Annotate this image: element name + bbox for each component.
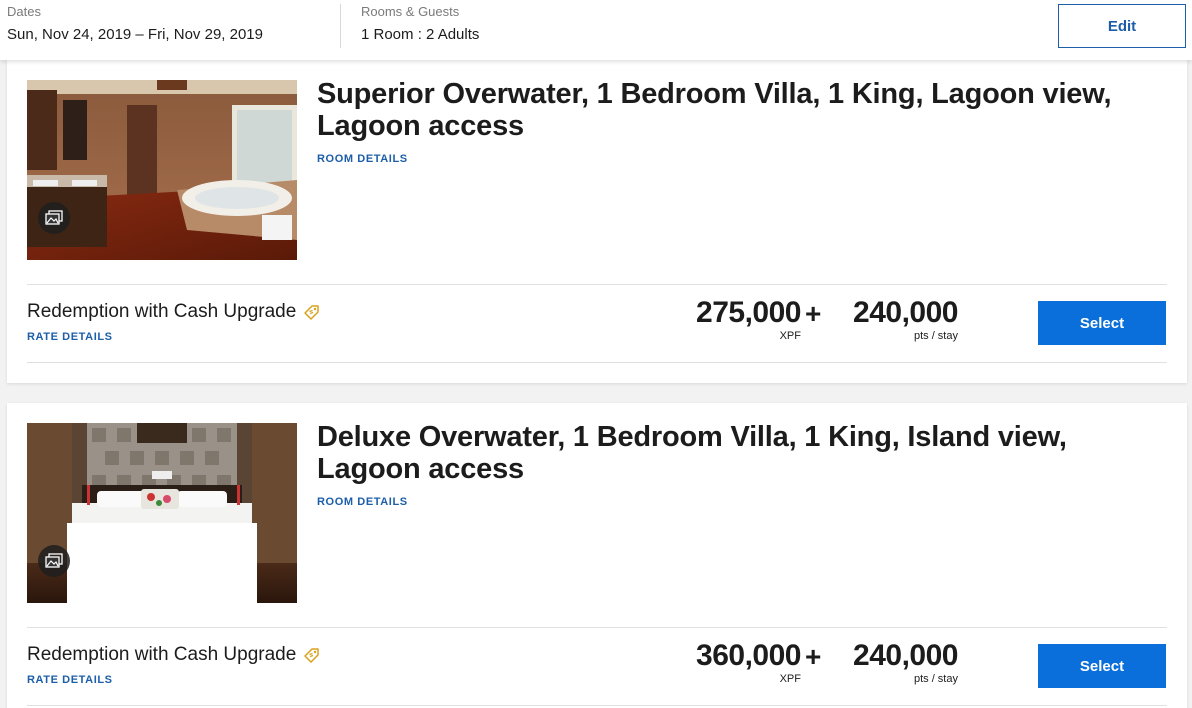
price-tag-icon [303,304,320,321]
plus-sign: + [805,298,822,329]
rooms-guests-label: Rooms & Guests [361,4,460,19]
cash-currency: XPF [779,673,801,685]
points-unit: pts / stay [913,330,958,342]
rooms-guests-value: 1 Room : 2 Adults [361,26,480,43]
rate-details-link[interactable]: RATE DETAILS [27,331,113,343]
bathroom-photo [27,80,297,260]
photos-icon [45,553,63,568]
gallery-icon[interactable] [38,545,70,577]
room-photo-bedroom[interactable] [27,423,297,603]
divider [27,284,1167,285]
room-card: Superior Overwater, 1 Bedroom Villa, 1 K… [7,60,1187,383]
dates-value: Sun, Nov 24, 2019 – Fri, Nov 29, 2019 [7,26,263,43]
room-card: Deluxe Overwater, 1 Bedroom Villa, 1 Kin… [7,403,1187,708]
search-summary-bar: Dates Sun, Nov 24, 2019 – Fri, Nov 29, 2… [0,0,1192,60]
rate-name: Redemption with Cash Upgrade [27,300,320,324]
cash-currency: XPF [779,330,801,342]
room-details-link[interactable]: ROOM DETAILS [317,496,408,508]
rate-name-label: Redemption with Cash Upgrade [27,644,297,665]
plus-sign: + [805,641,822,672]
cash-amount: 275,000 [696,296,801,329]
divider [27,362,1167,363]
dates-summary: Dates Sun, Nov 24, 2019 – Fri, Nov 29, 2… [7,4,263,45]
select-rate-button[interactable]: Select [1038,644,1166,688]
points-unit: pts / stay [913,673,958,685]
points-amount: 240,000 [853,639,958,672]
rate-name-label: Redemption with Cash Upgrade [27,301,297,322]
points-price: 240,000 pts / stay [827,296,958,346]
select-rate-button[interactable]: Select [1038,301,1166,345]
cash-price: 275,000 XPF [675,296,801,346]
points-price: 240,000 pts / stay [827,639,958,689]
edit-search-button[interactable]: Edit [1058,4,1186,48]
rate-details-link[interactable]: RATE DETAILS [27,674,113,686]
cash-amount: 360,000 [696,639,801,672]
photos-icon [45,210,63,225]
summary-divider [340,4,341,48]
room-details-link[interactable]: ROOM DETAILS [317,153,408,165]
divider [27,705,1167,706]
room-title: Superior Overwater, 1 Bedroom Villa, 1 K… [317,78,1112,142]
rooms-guests-summary: Rooms & Guests 1 Room : 2 Adults [361,4,479,45]
rate-name: Redemption with Cash Upgrade [27,643,320,667]
gallery-icon[interactable] [38,202,70,234]
price-tag-icon [303,647,320,664]
room-title: Deluxe Overwater, 1 Bedroom Villa, 1 Kin… [317,421,1067,485]
cash-price: 360,000 XPF [675,639,801,689]
bedroom-photo [27,423,297,603]
room-photo-bathroom[interactable] [27,80,297,260]
divider [27,627,1167,628]
points-amount: 240,000 [853,296,958,329]
dates-label: Dates [7,4,41,19]
